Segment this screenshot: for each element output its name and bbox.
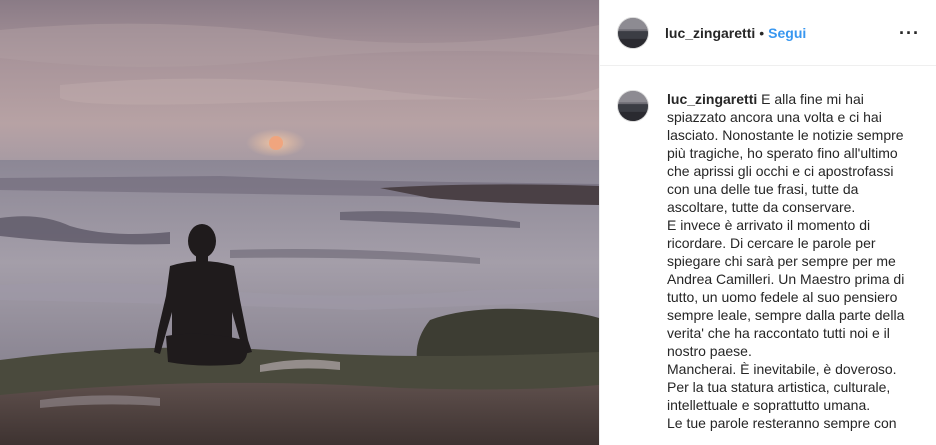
avatar[interactable] xyxy=(617,16,649,49)
caption-paragraph-2: E invece è arrivato il momento di ricord… xyxy=(667,217,905,359)
caption-username[interactable]: luc_zingaretti xyxy=(667,91,757,107)
post-sidebar: luc_zingaretti • Segui ··· luc_zingarett… xyxy=(599,0,936,445)
post-photo[interactable] xyxy=(0,0,599,445)
more-options-icon[interactable]: ··· xyxy=(899,24,920,42)
follow-button[interactable]: Segui xyxy=(768,25,806,41)
post-caption: luc_zingaretti E alla fine mi hai spiazz… xyxy=(600,66,936,432)
avatar-image xyxy=(618,17,648,48)
separator-dot: • xyxy=(759,24,765,41)
caption-text: luc_zingaretti E alla fine mi hai spiazz… xyxy=(667,90,907,432)
post-header: luc_zingaretti • Segui ··· xyxy=(600,0,936,66)
avatar-image xyxy=(618,91,648,121)
caption-paragraph-1: luc_zingaretti E alla fine mi hai spiazz… xyxy=(667,90,907,216)
caption-paragraph-4: Le tue parole resteranno sempre con xyxy=(667,415,897,431)
sunset-sea-photo xyxy=(0,0,599,445)
caption-paragraph-3: Mancherai. È inevitabile, è doveroso. Pe… xyxy=(667,361,897,413)
caption-text-1: E alla fine mi hai spiazzato ancora una … xyxy=(667,91,904,215)
caption-avatar[interactable] xyxy=(617,90,649,122)
header-username[interactable]: luc_zingaretti xyxy=(665,25,755,41)
